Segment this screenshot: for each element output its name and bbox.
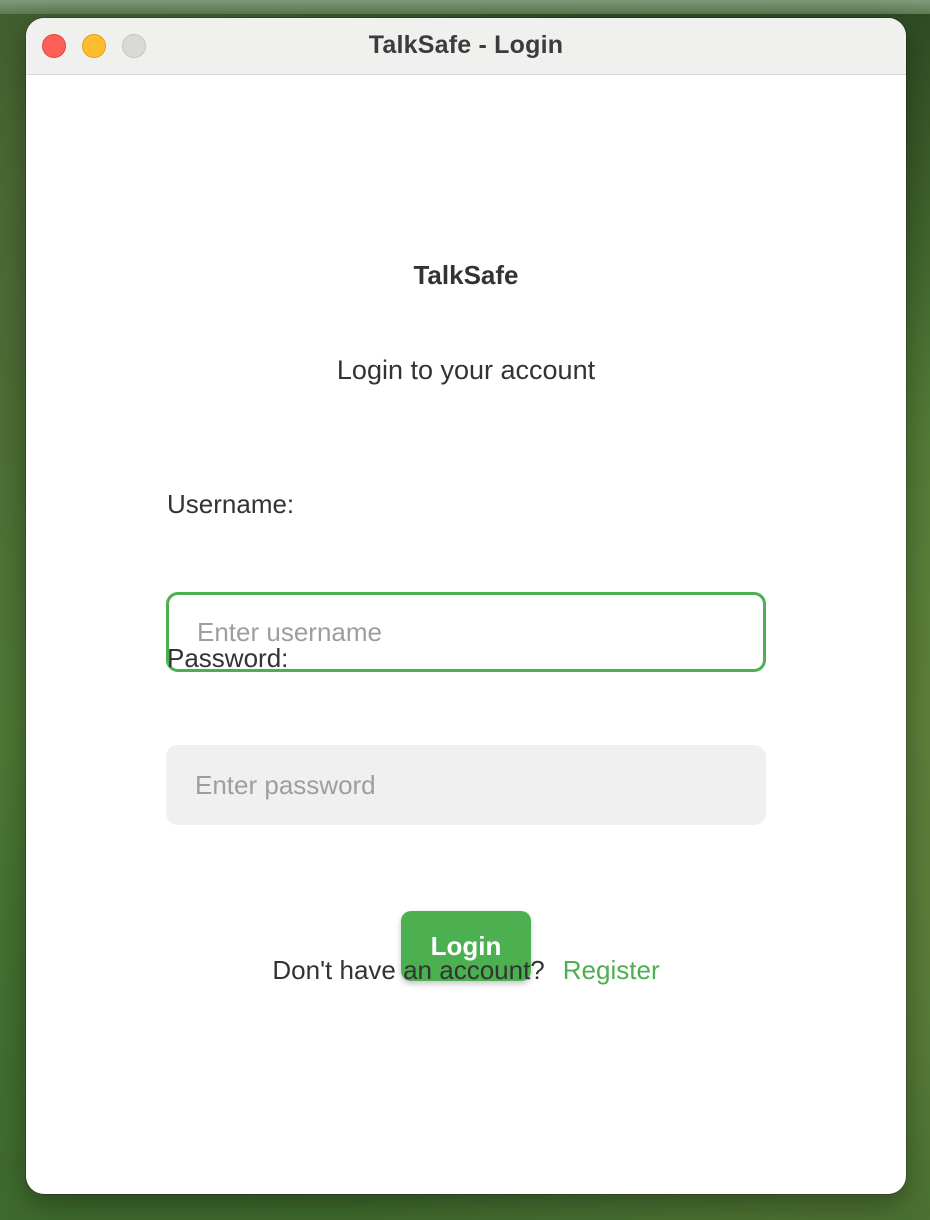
- password-input[interactable]: [166, 745, 766, 825]
- register-row: Don't have an account? Register: [26, 955, 906, 986]
- username-label: Username:: [167, 489, 295, 519]
- title-bar: TalkSafe - Login: [26, 18, 906, 75]
- login-form: TalkSafe Login to your account Username:…: [26, 75, 906, 1194]
- desktop-background: [0, 0, 930, 14]
- password-label: Password:: [167, 643, 289, 673]
- window-title: TalkSafe - Login: [368, 31, 564, 59]
- login-window: TalkSafe - Login TalkSafe Login to your …: [26, 18, 906, 1194]
- register-link[interactable]: Register: [563, 955, 660, 985]
- app-name: TalkSafe: [413, 260, 519, 290]
- register-prompt: Don't have an account?: [272, 955, 545, 985]
- login-subtitle: Login to your account: [336, 355, 596, 385]
